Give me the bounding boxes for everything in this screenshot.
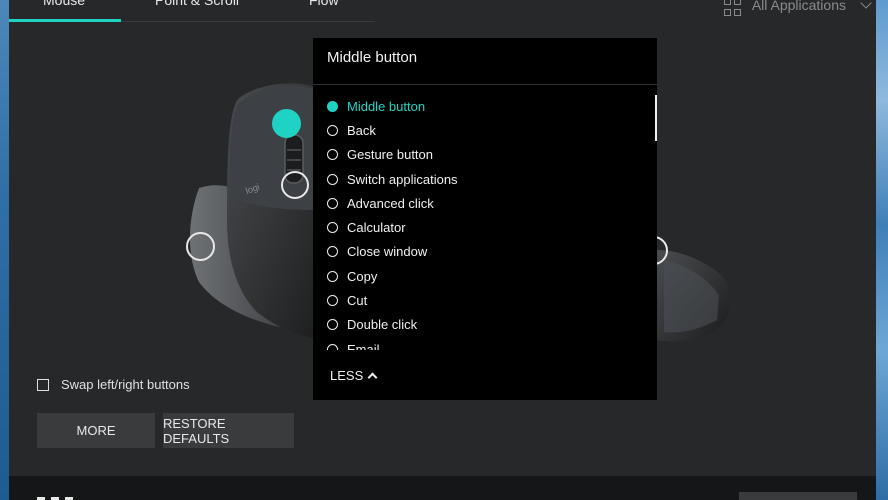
gesture-button-hotspot[interactable] — [281, 171, 309, 199]
less-label: LESS — [330, 368, 364, 383]
option-label: Double click — [347, 317, 418, 333]
swap-buttons-checkbox[interactable] — [37, 378, 49, 391]
tab-point-scroll[interactable]: Point & Scroll — [155, 0, 239, 20]
option-label: Cut — [347, 293, 368, 309]
active-tab-indicator — [9, 19, 121, 22]
side-button-hotspot[interactable] — [186, 232, 215, 261]
chevron-down-icon — [860, 0, 872, 9]
option-close-window[interactable]: Close window — [327, 240, 645, 264]
option-cut[interactable]: Cut — [327, 288, 645, 312]
app-selector-label: All Applications — [751, 0, 846, 13]
radio-icon — [327, 173, 338, 185]
option-middle-button[interactable]: Middle button — [327, 94, 645, 118]
scrollbar-thumb[interactable] — [655, 95, 657, 141]
option-label: Gesture button — [347, 147, 433, 163]
swap-buttons-option[interactable]: Swap left/right buttons — [37, 377, 190, 392]
desktop-background-right — [876, 0, 888, 500]
radio-icon — [327, 295, 338, 307]
radio-icon — [327, 222, 338, 234]
desktop-background-left — [0, 0, 9, 500]
swap-buttons-label: Swap left/right buttons — [61, 377, 190, 392]
option-double-click[interactable]: Double click — [327, 313, 645, 337]
option-label: Back — [347, 122, 376, 138]
chevron-up-icon — [367, 372, 378, 383]
tab-mouse[interactable]: Mouse — [43, 0, 85, 20]
radio-icon — [327, 197, 338, 209]
radio-icon — [327, 270, 338, 282]
footer-button[interactable] — [739, 492, 857, 500]
middle-button-hotspot[interactable] — [272, 109, 301, 138]
logi-logo — [37, 492, 87, 500]
radio-icon — [327, 149, 338, 161]
option-label: Advanced click — [347, 195, 434, 211]
option-label: Copy — [347, 268, 378, 284]
grid-icon — [723, 0, 742, 16]
app-selector[interactable]: All Applications — [723, 0, 872, 16]
option-label: Close window — [347, 244, 428, 260]
option-calculator[interactable]: Calculator — [327, 215, 645, 239]
popup-title: Middle button — [327, 49, 418, 66]
tab-flow[interactable]: Flow — [309, 0, 339, 20]
restore-defaults-button[interactable]: RESTORE DEFAULTS — [163, 413, 294, 448]
radio-icon — [327, 343, 338, 350]
option-back[interactable]: Back — [327, 118, 645, 142]
option-switch-applications[interactable]: Switch applications — [327, 167, 645, 191]
option-label: Calculator — [347, 220, 406, 236]
radio-icon — [327, 319, 338, 331]
option-label: Switch applications — [347, 171, 458, 187]
button-assignment-popup: Middle button Middle button Back Gesture… — [313, 38, 657, 400]
radio-selected-icon — [327, 100, 338, 112]
radio-icon — [327, 124, 338, 136]
option-copy[interactable]: Copy — [327, 264, 645, 288]
more-button[interactable]: MORE — [37, 413, 155, 448]
option-gesture-button[interactable]: Gesture button — [327, 143, 645, 167]
popup-divider — [313, 84, 657, 85]
radio-icon — [327, 246, 338, 258]
tab-bar: Mouse Point & Scroll Flow — [9, 0, 375, 22]
logitech-options-window: Mouse Point & Scroll Flow All Applicatio… — [9, 0, 876, 500]
option-label: Email — [347, 341, 380, 350]
less-button[interactable]: LESS — [330, 368, 378, 383]
option-advanced-click[interactable]: Advanced click — [327, 191, 645, 215]
option-label: Middle button — [347, 98, 426, 114]
action-list: Middle button Back Gesture button Switch… — [327, 94, 645, 350]
option-email[interactable]: Email — [327, 337, 645, 350]
